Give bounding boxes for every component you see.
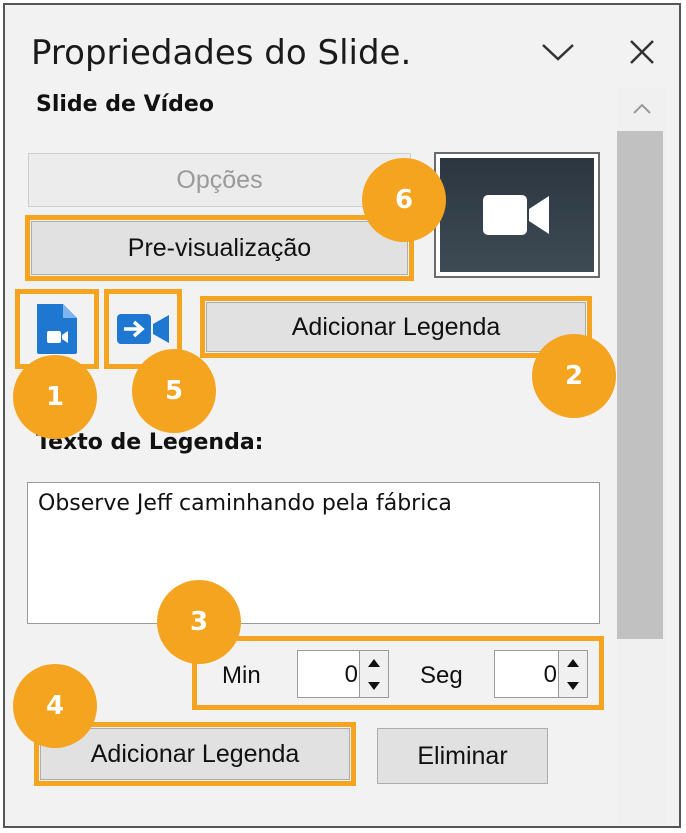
scroll-up-button[interactable] — [617, 87, 667, 131]
delete-button[interactable]: Eliminar — [377, 728, 548, 784]
chevron-down-icon — [542, 44, 574, 61]
caption-text-area[interactable]: Observe Jeff caminhando pela fábrica — [27, 482, 600, 624]
callout-badge-1: 1 — [13, 355, 97, 439]
vertical-scrollbar[interactable] — [617, 87, 667, 826]
callout-badge-5: 5 — [132, 349, 216, 433]
collapse-button[interactable] — [535, 29, 581, 75]
highlight-preview — [25, 215, 414, 281]
close-icon — [630, 40, 654, 64]
panel-titlebar: Propriedades do Slide. — [5, 5, 679, 87]
section-title: Slide de Vídeo — [36, 92, 214, 117]
scroll-thumb[interactable] — [617, 131, 663, 639]
callout-badge-3: 3 — [157, 580, 241, 664]
video-preview-screen — [440, 158, 594, 272]
highlight-add-caption-top — [200, 296, 592, 358]
chevron-up-icon — [633, 103, 651, 114]
video-preview — [434, 152, 600, 278]
highlight-time-fields — [192, 636, 604, 710]
video-camera-icon — [483, 195, 549, 235]
panel-title: Propriedades do Slide. — [31, 33, 412, 73]
callout-badge-4: 4 — [13, 664, 97, 748]
close-button[interactable] — [619, 29, 665, 75]
callout-badge-6: 6 — [362, 158, 446, 242]
callout-badge-2: 2 — [532, 334, 616, 418]
options-button[interactable]: Opções — [28, 153, 411, 207]
